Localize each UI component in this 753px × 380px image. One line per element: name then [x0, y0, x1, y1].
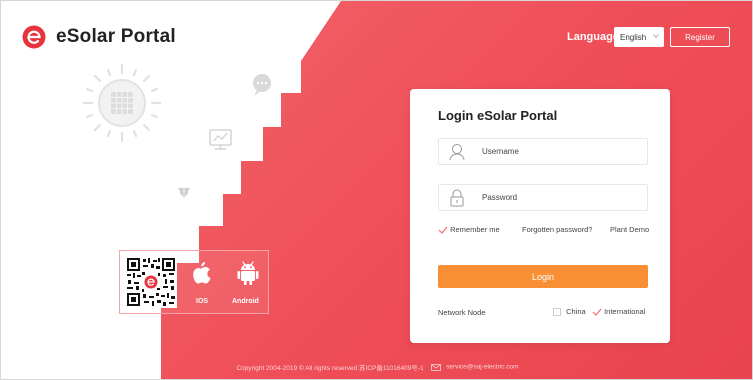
language-select[interactable]: English	[614, 27, 664, 47]
warning-icon	[178, 188, 190, 198]
apple-icon[interactable]	[190, 260, 212, 286]
check-icon	[592, 308, 602, 316]
login-button[interactable]: Login	[438, 265, 648, 288]
login-title: Login eSolar Portal	[438, 108, 558, 123]
forgot-password-link[interactable]: Forgotten password?	[522, 225, 592, 234]
app-name: eSolar Portal	[56, 26, 176, 47]
support-email-link[interactable]: service@saj-electric.com	[446, 364, 518, 371]
node-international-label: International	[604, 307, 646, 316]
user-icon	[449, 144, 465, 161]
password-field[interactable]	[438, 184, 648, 211]
username-field[interactable]	[438, 138, 648, 165]
esolar-logo-icon	[22, 25, 46, 49]
username-input[interactable]	[482, 139, 642, 164]
node-international-option[interactable]: International	[592, 307, 645, 316]
node-china-label: China	[566, 307, 586, 316]
android-icon[interactable]	[237, 260, 259, 286]
password-input[interactable]	[482, 185, 642, 210]
ios-label: IOS	[196, 298, 209, 305]
app-download-panel: IOS Android	[119, 250, 269, 314]
checkbox-icon	[553, 308, 561, 317]
brand-logo[interactable]: eSolar Portal	[22, 25, 176, 49]
android-label: Android	[232, 298, 259, 305]
solar-illustration	[82, 63, 271, 198]
copyright-text: Copyright 2004-2019 © All rights reserve…	[236, 365, 424, 372]
language-label: Language	[567, 31, 619, 43]
check-icon	[438, 226, 448, 234]
chat-bubble-icon	[253, 74, 271, 96]
language-value: English	[620, 32, 647, 42]
mail-icon	[431, 363, 442, 371]
lock-icon	[450, 189, 464, 207]
footer: Copyright 2004-2019 © All rights reserve…	[1, 362, 752, 373]
sun-panel-icon	[82, 63, 162, 143]
monitor-chart-icon	[209, 129, 232, 150]
chevron-down-icon	[653, 34, 659, 39]
register-button[interactable]: Register	[670, 27, 730, 47]
remember-me-label: Remember me	[450, 225, 500, 234]
remember-me-option[interactable]: Remember me	[438, 225, 500, 234]
login-page: eSolar Portal Language English Register	[0, 0, 753, 380]
app-qr-code[interactable]	[125, 256, 177, 308]
plant-demo-link[interactable]: Plant Demo	[610, 225, 649, 234]
login-card: Login eSolar Portal Remember me Forgotte…	[410, 89, 670, 343]
network-node-label: Network Node	[438, 308, 486, 317]
node-china-option[interactable]: China	[553, 307, 586, 317]
